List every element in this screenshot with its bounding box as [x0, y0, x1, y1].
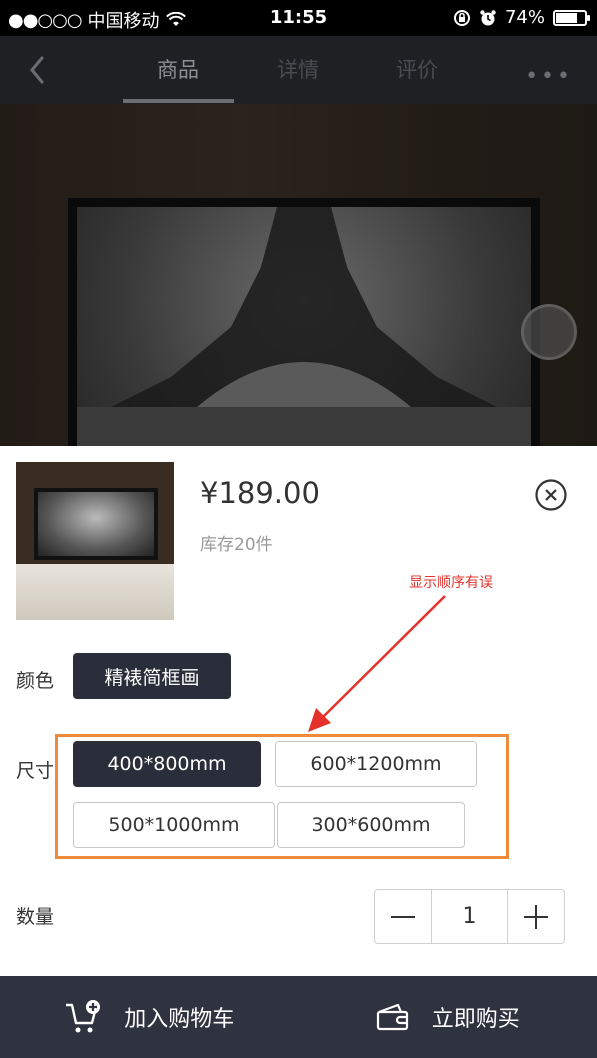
wallet-icon — [376, 1003, 408, 1031]
back-icon[interactable] — [24, 54, 54, 86]
add-to-cart-icon — [66, 1000, 101, 1033]
quantity-value[interactable]: 1 — [431, 890, 508, 943]
battery-icon — [553, 9, 590, 26]
floating-scroll-button[interactable] — [521, 304, 577, 360]
thumbnail-frame — [34, 488, 158, 560]
more-icon[interactable]: ••• — [525, 64, 573, 89]
add-to-cart-label: 加入购物车 — [124, 1007, 235, 1032]
status-bar: ●●○○○ 中国移动 11:55 74% — [0, 0, 597, 36]
tab-details[interactable]: 详情 — [243, 54, 353, 84]
add-to-cart-button[interactable]: 加入购物车 — [0, 976, 299, 1058]
color-option-framed[interactable]: 精裱简框画 — [73, 653, 231, 699]
size-label: 尺寸 — [16, 760, 55, 782]
framed-picture — [68, 198, 540, 446]
minus-icon — [391, 915, 415, 918]
nav-bar: 商品 详情 评价 ••• — [0, 36, 597, 104]
buy-now-button[interactable]: 立即购买 — [299, 976, 597, 1058]
status-right: 74% — [453, 7, 590, 28]
annotation-note: 显示顺序有误 — [409, 575, 493, 591]
size-option-600x1200[interactable]: 600*1200mm — [275, 741, 477, 787]
battery-fill — [556, 12, 577, 23]
product-thumbnail — [16, 462, 174, 620]
increment-button[interactable] — [508, 890, 564, 943]
sku-selection-panel: ¥189.00 库存20件 显示顺序有误 颜色 精裱简框画 尺寸 400*800… — [0, 446, 597, 976]
buy-now-label: 立即购买 — [431, 1007, 520, 1032]
product-price: ¥189.00 — [200, 476, 320, 510]
decrement-button[interactable] — [375, 890, 431, 943]
size-option-500x1000[interactable]: 500*1000mm — [73, 802, 275, 848]
stock-count: 库存20件 — [200, 535, 273, 555]
bottom-action-bar: 加入购物车 立即购买 — [0, 976, 597, 1058]
quantity-stepper: 1 — [374, 889, 565, 944]
close-icon[interactable] — [534, 478, 568, 512]
tab-goods[interactable]: 商品 — [123, 54, 233, 84]
eiffel-tower-photo — [77, 207, 531, 446]
size-option-300x600[interactable]: 300*600mm — [277, 802, 465, 848]
product-hero-image — [0, 104, 597, 446]
color-label: 颜色 — [16, 670, 55, 692]
size-option-400x800[interactable]: 400*800mm — [73, 741, 261, 787]
plus-icon — [524, 904, 548, 929]
quantity-label: 数量 — [16, 906, 55, 928]
battery-percent: 74% — [504, 7, 545, 28]
tab-reviews[interactable]: 评价 — [362, 54, 472, 84]
alarm-icon — [480, 9, 496, 25]
rotation-lock-icon — [453, 9, 470, 26]
thumbnail-sofa — [16, 564, 174, 620]
active-tab-indicator — [123, 99, 234, 103]
eiffel-tower-illustration — [77, 207, 531, 446]
